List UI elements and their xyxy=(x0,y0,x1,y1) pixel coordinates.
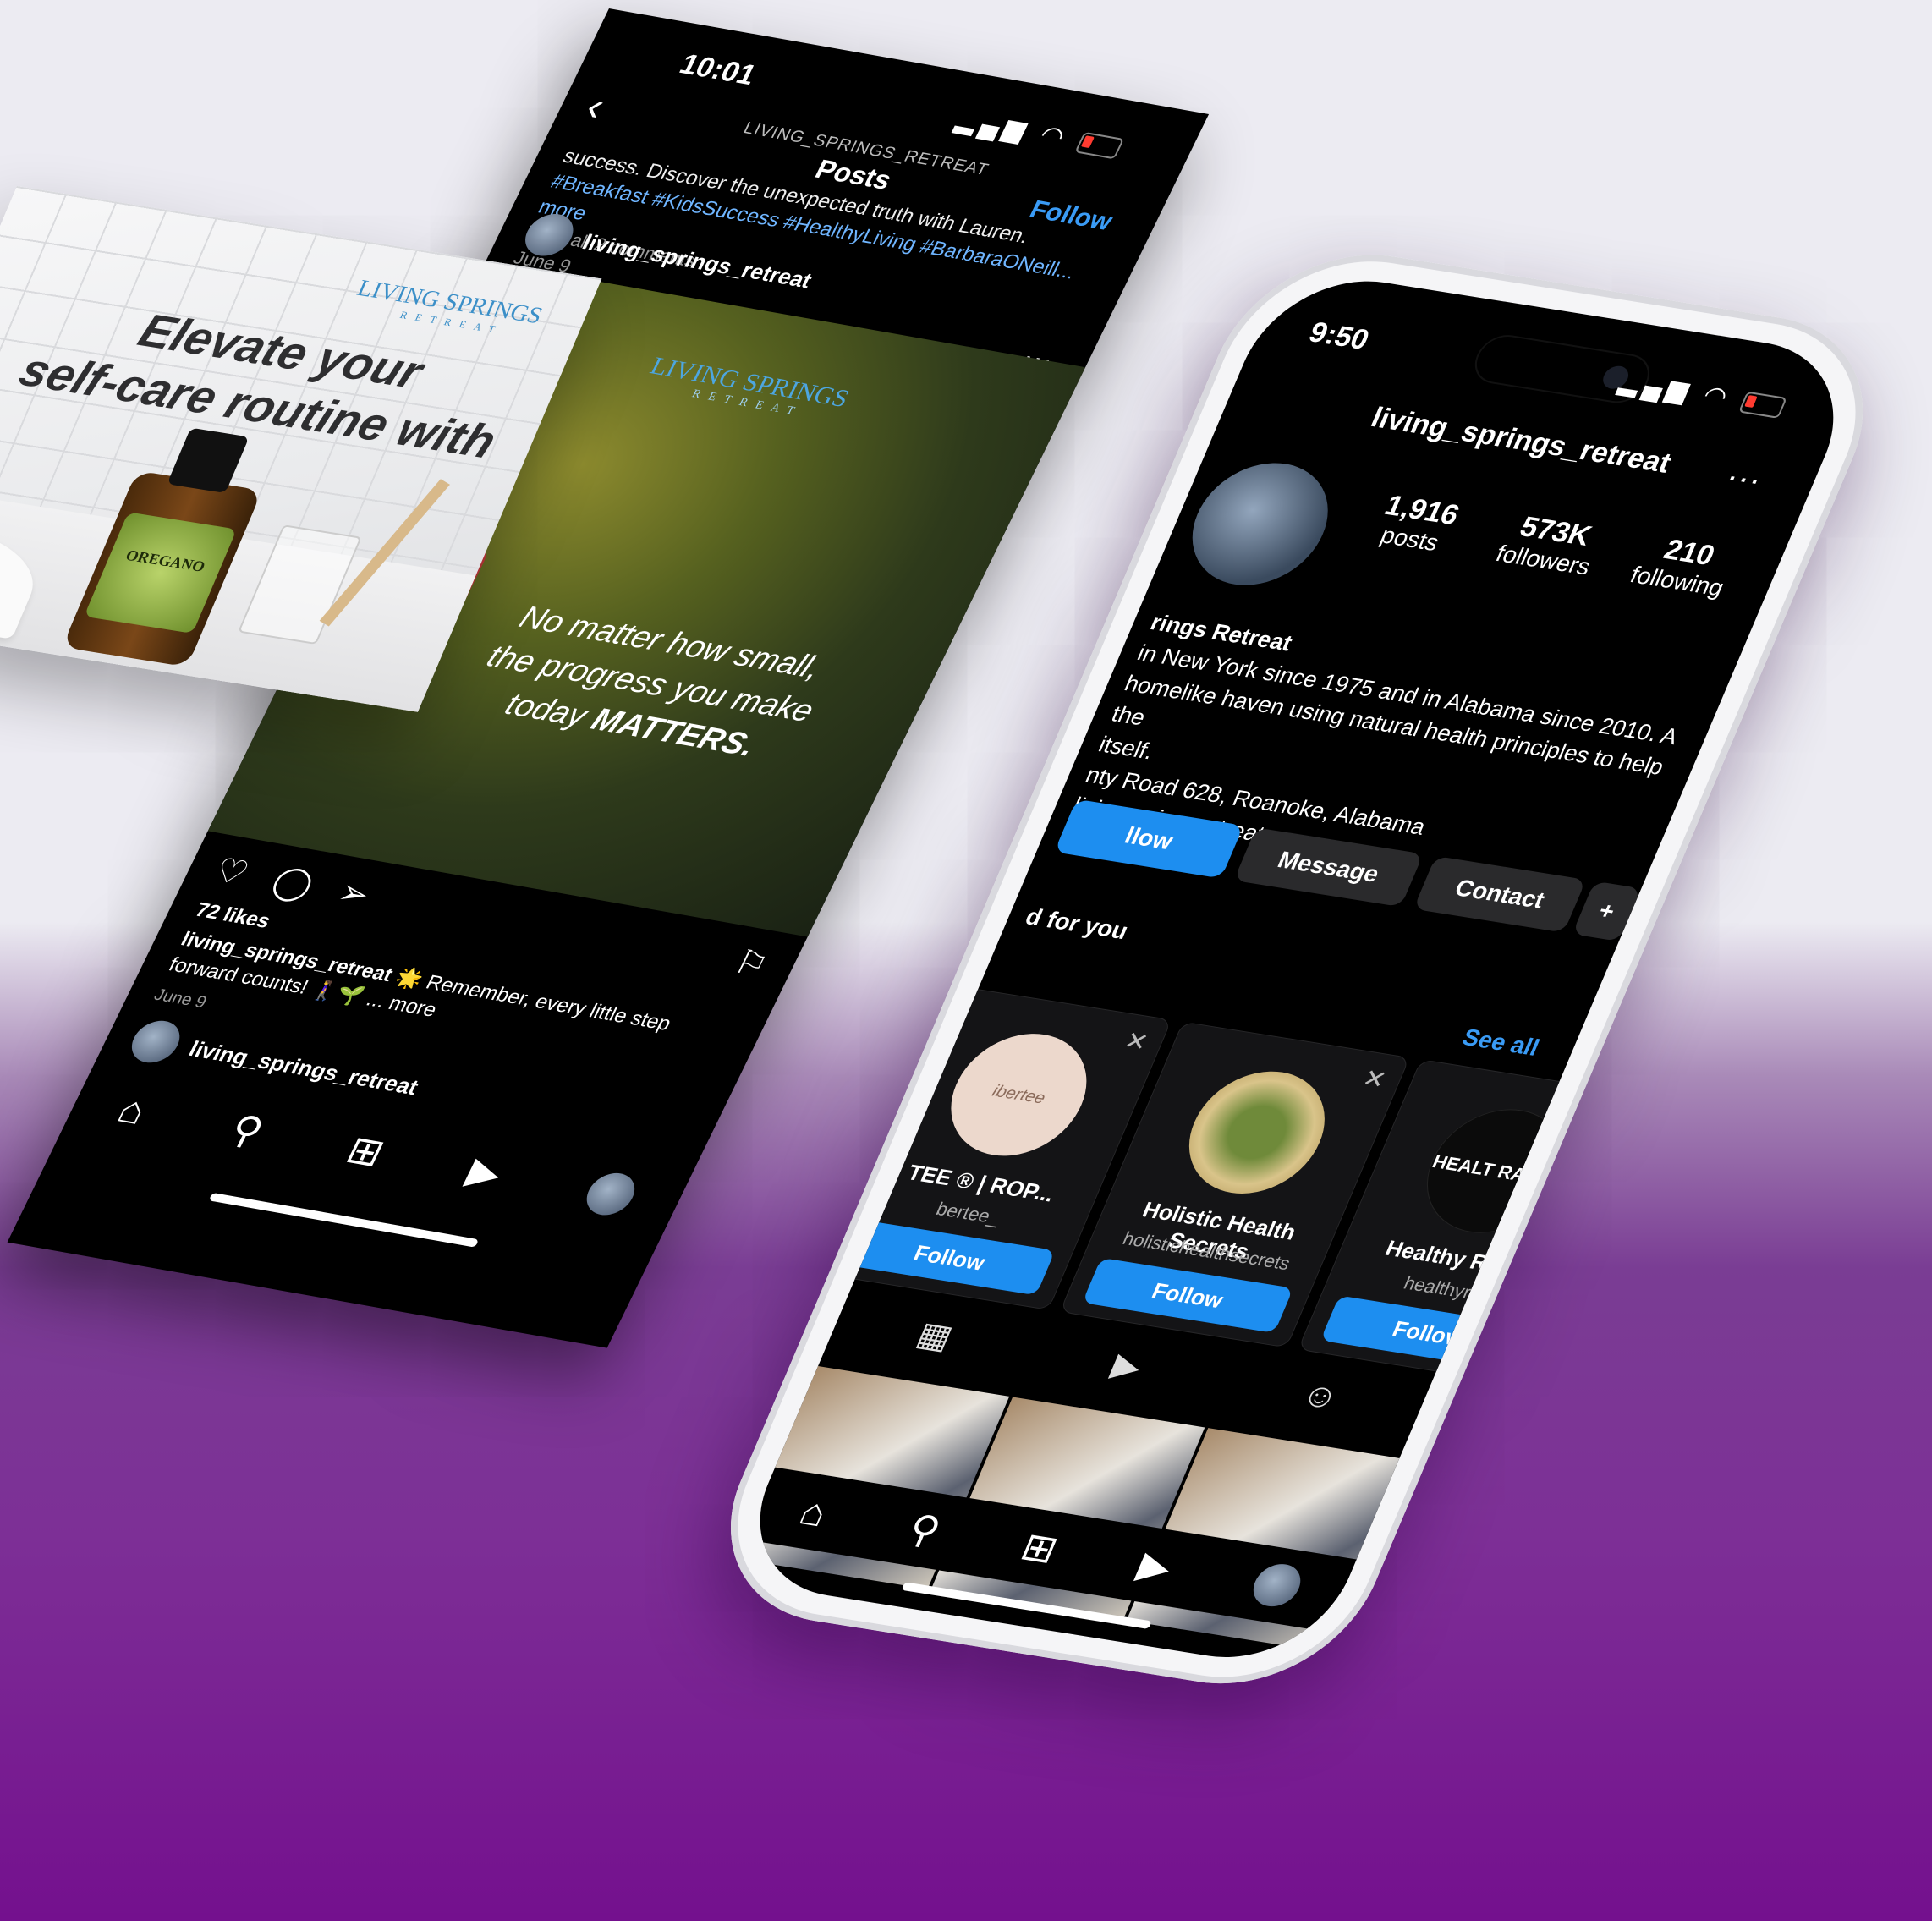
caption-text: 🌟 Remember, every little step forward co… xyxy=(165,952,675,1035)
stat-posts[interactable]: 1,916 posts xyxy=(1337,485,1496,563)
stat-following[interactable]: 210 following xyxy=(1605,527,1763,605)
home-icon[interactable]: ⌂ xyxy=(793,1489,835,1536)
tree-logo-icon xyxy=(1168,1062,1346,1203)
post-date: June 9 xyxy=(151,985,210,1013)
suggestion-avatar: ibertee xyxy=(930,1024,1107,1166)
brand-logo: LIVING SPRINGS RETREAT xyxy=(639,352,853,425)
battery-icon xyxy=(1737,391,1787,419)
user-avatar[interactable] xyxy=(517,210,581,260)
wifi-icon: ◠ xyxy=(1035,121,1075,152)
reels-icon[interactable]: ▶ xyxy=(1132,1542,1180,1590)
search-icon[interactable]: ⚲ xyxy=(222,1106,272,1154)
status-time: 10:01 xyxy=(674,48,762,91)
search-icon[interactable]: ⚲ xyxy=(901,1506,947,1554)
share-icon[interactable]: ➢ xyxy=(332,873,377,914)
profile-avatar[interactable] xyxy=(579,1169,643,1219)
bottle-cap xyxy=(167,427,250,494)
brand-logo: LIVING SPRINGS RETREAT xyxy=(348,275,546,342)
signal-icon: ▂▄▆ xyxy=(952,106,1036,145)
tagged-icon[interactable]: ☺ xyxy=(1287,1375,1345,1437)
comment-icon[interactable]: ◯ xyxy=(266,861,321,904)
profile-avatar[interactable] xyxy=(1172,453,1349,595)
create-icon[interactable]: ⊞ xyxy=(1014,1523,1065,1572)
battery-icon xyxy=(1074,131,1125,160)
home-icon[interactable]: ⌂ xyxy=(111,1086,155,1133)
reels-tab-icon[interactable]: ▶ xyxy=(1098,1346,1148,1406)
grid-icon[interactable]: ▦ xyxy=(903,1315,959,1375)
close-icon[interactable]: ✕ xyxy=(1120,1026,1153,1057)
status-icons: ▂▄▆ ◠ xyxy=(1615,367,1789,421)
bookmark-icon[interactable]: ⚐ xyxy=(727,943,775,985)
user-avatar[interactable] xyxy=(123,1017,188,1067)
close-icon[interactable]: ✕ xyxy=(1358,1064,1391,1095)
suggested-label: d for you xyxy=(1021,903,1133,945)
create-icon[interactable]: ⊞ xyxy=(339,1127,392,1175)
suggestion-follow-button[interactable]: Follov xyxy=(1320,1295,1532,1371)
signal-icon: ▂▄▆ xyxy=(1615,368,1699,406)
suggestion-avatar: HEALT RAILW xyxy=(1406,1100,1585,1243)
heart-icon[interactable]: ♡ xyxy=(207,851,255,892)
quote-word: today xyxy=(499,687,594,734)
status-icons: ▂▄▆ ◠ xyxy=(952,106,1127,162)
reels-icon[interactable]: ▶ xyxy=(460,1148,510,1196)
status-time: 9:50 xyxy=(1304,316,1375,356)
see-all-link[interactable]: See all xyxy=(1458,1024,1543,1061)
stat-followers[interactable]: 573K followers xyxy=(1471,506,1629,584)
wifi-icon: ◠ xyxy=(1699,381,1737,413)
profile-avatar[interactable] xyxy=(1246,1561,1308,1610)
